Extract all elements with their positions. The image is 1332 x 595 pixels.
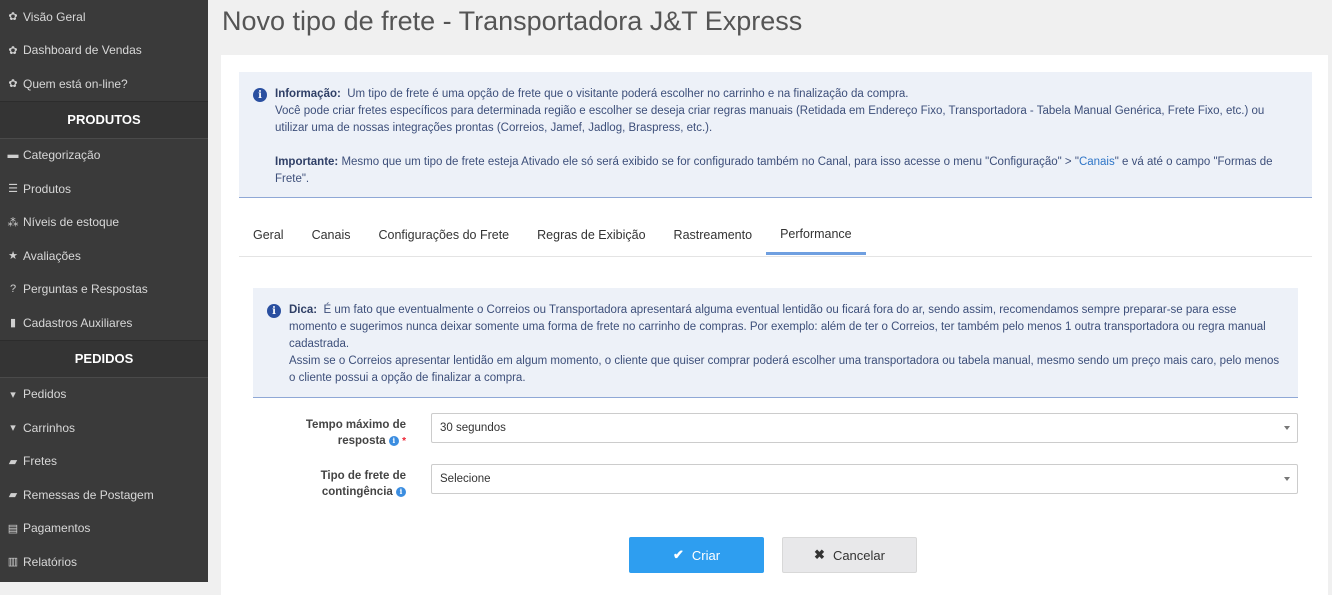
timeout-row: Tempo máximo de resposta i * 30 segundos [253, 413, 1298, 447]
info-icon: i [253, 88, 267, 102]
sidebar-item-label: Fretes [23, 454, 58, 469]
sidebar-item-label: Visão Geral [23, 9, 86, 24]
cubes-icon: ⁂ [7, 216, 19, 229]
tip-text-2: Assim se o Correios apresentar lentidão … [289, 355, 1280, 384]
sidebar-item-label: Avaliações [23, 248, 81, 263]
sidebar-item-quem-online[interactable]: ✿ Quem está on-line? [0, 67, 208, 101]
sidebar-item-label: Dashboard de Vendas [23, 43, 142, 58]
sidebar-item-label: Relatórios [23, 554, 78, 569]
sidebar-item-label: Pagamentos [23, 521, 91, 536]
main-content: Novo tipo de frete - Transportadora J&T … [208, 0, 1332, 595]
help-icon[interactable]: i [396, 486, 406, 497]
important-text: Mesmo que um tipo de frete esteja Ativad… [341, 156, 1079, 168]
tab-configuracoes-frete[interactable]: Configurações do Frete [365, 215, 524, 255]
sidebar-section-pedidos: PEDIDOS [0, 339, 208, 378]
sidebar-item-niveis-estoque[interactable]: ⁂ Níveis de estoque [0, 206, 208, 240]
create-button-label: Criar [691, 547, 721, 563]
tab-bar: Geral Canais Configurações do Frete Regr… [239, 215, 1312, 257]
timeout-label-line2: resposta [337, 435, 386, 447]
fallback-row: Tipo de frete de contingência i Selecion… [253, 464, 1298, 498]
info-label: Informação: [275, 88, 341, 100]
sidebar-item-relatorios[interactable]: ▥ Relatórios [0, 545, 208, 579]
timeout-label: Tempo máximo de resposta i * [246, 417, 406, 450]
caret-down-icon [1284, 477, 1290, 481]
sidebar-item-label: Carrinhos [23, 420, 76, 435]
fallback-label-line2: contingência [321, 486, 393, 498]
sidebar-item-categorizacao[interactable]: ▬ Categorização [0, 139, 208, 173]
form-card: i Informação: Um tipo de frete é uma opç… [221, 55, 1328, 595]
tab-canais[interactable]: Canais [298, 215, 365, 255]
tip-label: Dica: [289, 304, 318, 316]
cancel-button[interactable]: ✖ Cancelar [782, 537, 917, 573]
folder-icon: ▬ [7, 149, 19, 162]
truck-icon: ▰ [8, 489, 18, 502]
fallback-select[interactable]: Selecione [431, 464, 1298, 494]
sidebar-item-fretes[interactable]: ▰ Fretes [0, 445, 208, 479]
sidebar-item-label: Remessas de Postagem [23, 487, 154, 502]
info-line2: Você pode criar fretes específicos para … [275, 105, 1265, 134]
sidebar-item-avaliacoes[interactable]: ★ Avaliações [0, 239, 208, 273]
page-title: Novo tipo de frete - Transportadora J&T … [222, 6, 803, 36]
tab-geral[interactable]: Geral [239, 215, 298, 255]
timeout-select[interactable]: 30 segundos [431, 413, 1298, 443]
file-icon: ▮ [9, 317, 17, 330]
sidebar-item-label: Produtos [23, 181, 72, 196]
fallback-select-value: Selecione [440, 473, 491, 485]
palette-icon: ✿ [8, 44, 18, 57]
caret-down-icon [1284, 426, 1290, 430]
sidebar-item-carrinhos[interactable]: ▾ Carrinhos [0, 411, 208, 445]
sidebar-item-label: Categorização [23, 148, 101, 163]
cancel-button-label: Cancelar [832, 547, 885, 563]
truck-icon: ▰ [8, 455, 18, 468]
tab-rastreamento[interactable]: Rastreamento [660, 215, 767, 255]
required-mark: * [402, 436, 406, 447]
cart-icon: ▾ [10, 388, 16, 401]
info-alert: i Informação: Um tipo de frete é uma opç… [239, 72, 1312, 198]
fallback-label: Tipo de frete de contingência i [246, 468, 406, 500]
money-icon: ▤ [7, 522, 19, 535]
sidebar-item-label: Pedidos [23, 387, 67, 402]
question-circle-icon: ? [9, 283, 17, 296]
sidebar-item-remessas[interactable]: ▰ Remessas de Postagem [0, 478, 208, 512]
create-button[interactable]: ✔ Criar [629, 537, 764, 573]
sidebar-item-perguntas[interactable]: ? Perguntas e Respostas [0, 273, 208, 307]
cart-icon: ▾ [10, 422, 16, 435]
sidebar-item-label: Perguntas e Respostas [23, 282, 148, 297]
tab-regras-exibicao[interactable]: Regras de Exibição [523, 215, 659, 255]
sidebar-item-label: Níveis de estoque [23, 215, 120, 230]
timeout-select-value: 30 segundos [440, 422, 506, 434]
sidebar-item-produtos[interactable]: ☰ Produtos [0, 172, 208, 206]
sidebar-item-pedidos[interactable]: ▾ Pedidos [0, 378, 208, 412]
sidebar-item-label: Cadastros Auxiliares [23, 315, 133, 330]
list-icon: ☰ [8, 183, 18, 196]
check-icon: ✔ [672, 547, 684, 562]
info-icon: i [267, 304, 281, 318]
timeout-label-line1: Tempo máximo de [305, 419, 406, 431]
tip-text-1: É um fato que eventualmente o Correios o… [289, 304, 1266, 350]
sidebar-section-produtos: PRODUTOS [0, 100, 208, 139]
close-icon: ✖ [814, 547, 825, 562]
sidebar-item-label: Quem está on-line? [23, 76, 128, 91]
star-icon: ★ [8, 250, 18, 263]
sidebar-item-dashboard-vendas[interactable]: ✿ Dashboard de Vendas [0, 34, 208, 68]
help-icon[interactable]: i [388, 435, 399, 446]
fallback-label-line1: Tipo de frete de [320, 470, 406, 482]
tab-performance[interactable]: Performance [766, 215, 866, 255]
palette-icon: ✿ [8, 78, 18, 91]
bar-chart-icon: ▥ [7, 556, 19, 569]
sidebar-item-pagamentos[interactable]: ▤ Pagamentos [0, 512, 208, 546]
info-line1: Um tipo de frete é uma opção de frete qu… [347, 88, 909, 100]
palette-icon: ✿ [8, 11, 18, 24]
tip-alert: i Dica: É um fato que eventualmente o Co… [253, 288, 1298, 398]
sidebar: ✿ Visão Geral ✿ Dashboard de Vendas ✿ Quem … [0, 0, 208, 582]
important-label: Importante: [275, 156, 339, 168]
sidebar-item-visao-geral[interactable]: ✿ Visão Geral [0, 0, 208, 34]
canais-link[interactable]: Canais [1079, 156, 1115, 168]
sidebar-item-cadastros[interactable]: ▮ Cadastros Auxiliares [0, 306, 208, 340]
